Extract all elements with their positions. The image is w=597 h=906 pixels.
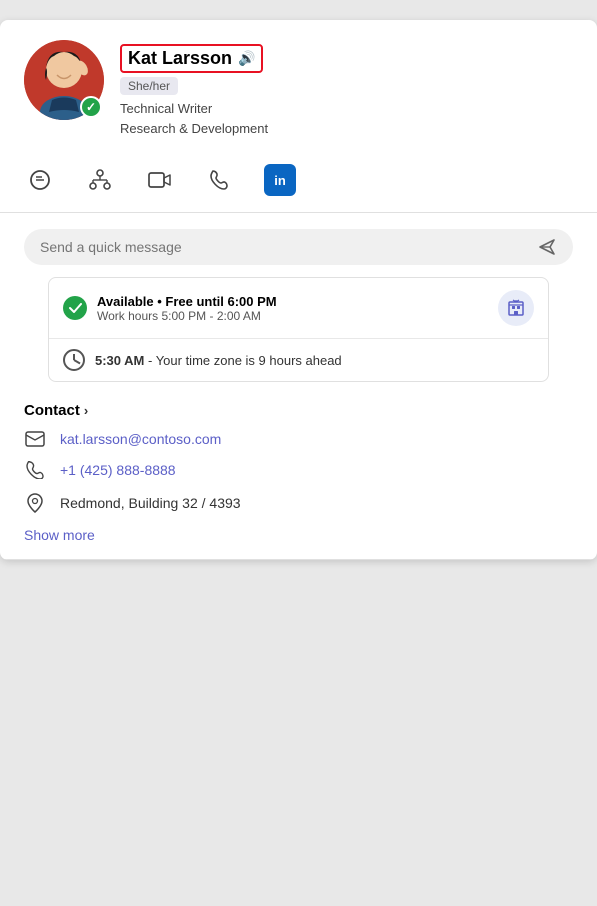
phone-icon bbox=[24, 461, 46, 479]
contact-label: Contact bbox=[24, 402, 80, 419]
availability-status: Available • Free until 6:00 PM bbox=[97, 294, 498, 309]
time-suffix: - Your time zone is 9 hours ahead bbox=[144, 353, 341, 368]
phone-item: +1 (425) 888-8888 bbox=[24, 461, 573, 479]
phone-call-button[interactable] bbox=[204, 164, 236, 196]
bottom-divider bbox=[0, 559, 597, 560]
profile-name: Kat Larsson bbox=[128, 48, 232, 69]
job-title: Technical Writer bbox=[120, 101, 212, 116]
clock-icon bbox=[63, 349, 85, 371]
actions-row: in bbox=[0, 154, 597, 213]
pronouns-badge: She/her bbox=[120, 77, 178, 95]
message-input[interactable] bbox=[40, 239, 527, 255]
email-item: kat.larsson@contoso.com bbox=[24, 431, 573, 447]
location-item: Redmond, Building 32 / 4393 bbox=[24, 493, 573, 513]
time-row: 5:30 AM - Your time zone is 9 hours ahea… bbox=[49, 339, 548, 381]
time-text: 5:30 AM - Your time zone is 9 hours ahea… bbox=[95, 353, 342, 368]
send-button[interactable] bbox=[537, 237, 557, 257]
location-icon bbox=[24, 493, 46, 513]
message-section: Available • Free until 6:00 PM Work hour… bbox=[0, 213, 597, 382]
time-value: 5:30 AM bbox=[95, 353, 144, 368]
linkedin-icon: in bbox=[274, 173, 286, 188]
profile-title: Technical Writer Research & Development bbox=[120, 99, 573, 138]
availability-text: Available • Free until 6:00 PM Work hour… bbox=[97, 294, 498, 323]
profile-card: ✓ Kat Larsson 🔊 She/her Technical Writer… bbox=[0, 20, 597, 560]
contact-header[interactable]: Contact › bbox=[24, 402, 573, 419]
name-row: Kat Larsson 🔊 bbox=[120, 44, 263, 73]
linkedin-button[interactable]: in bbox=[264, 164, 296, 196]
department: Research & Development bbox=[120, 121, 268, 136]
org-chart-button[interactable] bbox=[84, 164, 116, 196]
video-call-button[interactable] bbox=[144, 164, 176, 196]
availability-row: Available • Free until 6:00 PM Work hour… bbox=[49, 278, 548, 339]
email-icon bbox=[24, 431, 46, 447]
profile-section: ✓ Kat Larsson 🔊 She/her Technical Writer… bbox=[0, 20, 597, 154]
show-more-button[interactable]: Show more bbox=[24, 527, 573, 543]
profile-info: Kat Larsson 🔊 She/her Technical Writer R… bbox=[120, 40, 573, 138]
chevron-right-icon: › bbox=[84, 403, 88, 418]
message-row bbox=[24, 229, 573, 265]
avatar-wrap: ✓ bbox=[24, 40, 104, 120]
email-value[interactable]: kat.larsson@contoso.com bbox=[60, 431, 221, 447]
status-card: Available • Free until 6:00 PM Work hour… bbox=[48, 277, 549, 382]
location-value: Redmond, Building 32 / 4393 bbox=[60, 495, 241, 511]
work-hours: Work hours 5:00 PM - 2:00 AM bbox=[97, 309, 498, 323]
building-button[interactable] bbox=[498, 290, 534, 326]
available-icon bbox=[63, 296, 87, 320]
phone-value[interactable]: +1 (425) 888-8888 bbox=[60, 462, 176, 478]
chat-button[interactable] bbox=[24, 164, 56, 196]
online-status-badge: ✓ bbox=[80, 96, 102, 118]
contact-section: Contact › kat.larsson@contoso.com +1 (42… bbox=[0, 398, 597, 559]
speaker-icon[interactable]: 🔊 bbox=[238, 50, 255, 67]
